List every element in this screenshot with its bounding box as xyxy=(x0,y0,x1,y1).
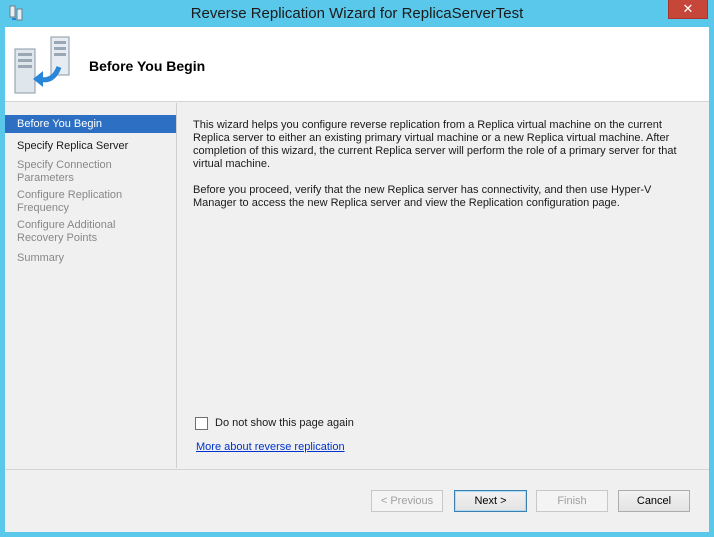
footer-separator xyxy=(5,469,709,470)
finish-button[interactable]: Finish xyxy=(536,490,608,512)
do-not-show-checkbox[interactable] xyxy=(195,416,208,430)
previous-button[interactable]: < Previous xyxy=(371,490,443,512)
wizard-steps-nav: Before You Begin Specify Replica Server … xyxy=(5,103,177,468)
nav-step-configure-replication-frequency: Configure Replication Frequency xyxy=(17,189,123,214)
do-not-show-option[interactable]: Do not show this page again xyxy=(195,416,354,430)
instructions-paragraph: Before you proceed, verify that the new … xyxy=(193,184,652,209)
wizard-header: Before You Begin xyxy=(5,27,709,102)
nav-step-before-you-begin[interactable]: Before You Begin xyxy=(5,115,176,133)
next-button[interactable]: Next > xyxy=(454,490,527,512)
page-title: Before You Begin xyxy=(89,58,206,74)
wizard-content: This wizard helps you configure reverse … xyxy=(193,119,693,223)
cancel-button[interactable]: Cancel xyxy=(618,490,690,512)
wizard-client-area: Before You Begin Before You Begin Specif… xyxy=(5,27,709,532)
replica-servers-icon xyxy=(14,36,70,94)
intro-paragraph: This wizard helps you configure reverse … xyxy=(193,119,677,170)
nav-step-specify-replica-server[interactable]: Specify Replica Server xyxy=(5,140,176,153)
close-button[interactable]: ✕ xyxy=(668,0,708,19)
window-title: Reverse Replication Wizard for ReplicaSe… xyxy=(190,5,524,22)
more-about-reverse-replication-link[interactable]: More about reverse replication xyxy=(196,441,345,453)
nav-step-summary: Summary xyxy=(17,252,65,264)
do-not-show-label[interactable]: Do not show this page again xyxy=(215,417,354,429)
wizard-window: Reverse Replication Wizard for ReplicaSe… xyxy=(0,0,714,537)
title-bar[interactable]: Reverse Replication Wizard for ReplicaSe… xyxy=(0,0,714,27)
nav-step-specify-connection-parameters: Specify Connection Parameters xyxy=(17,159,112,184)
nav-step-configure-recovery-points: Configure Additional Recovery Points xyxy=(17,219,116,244)
